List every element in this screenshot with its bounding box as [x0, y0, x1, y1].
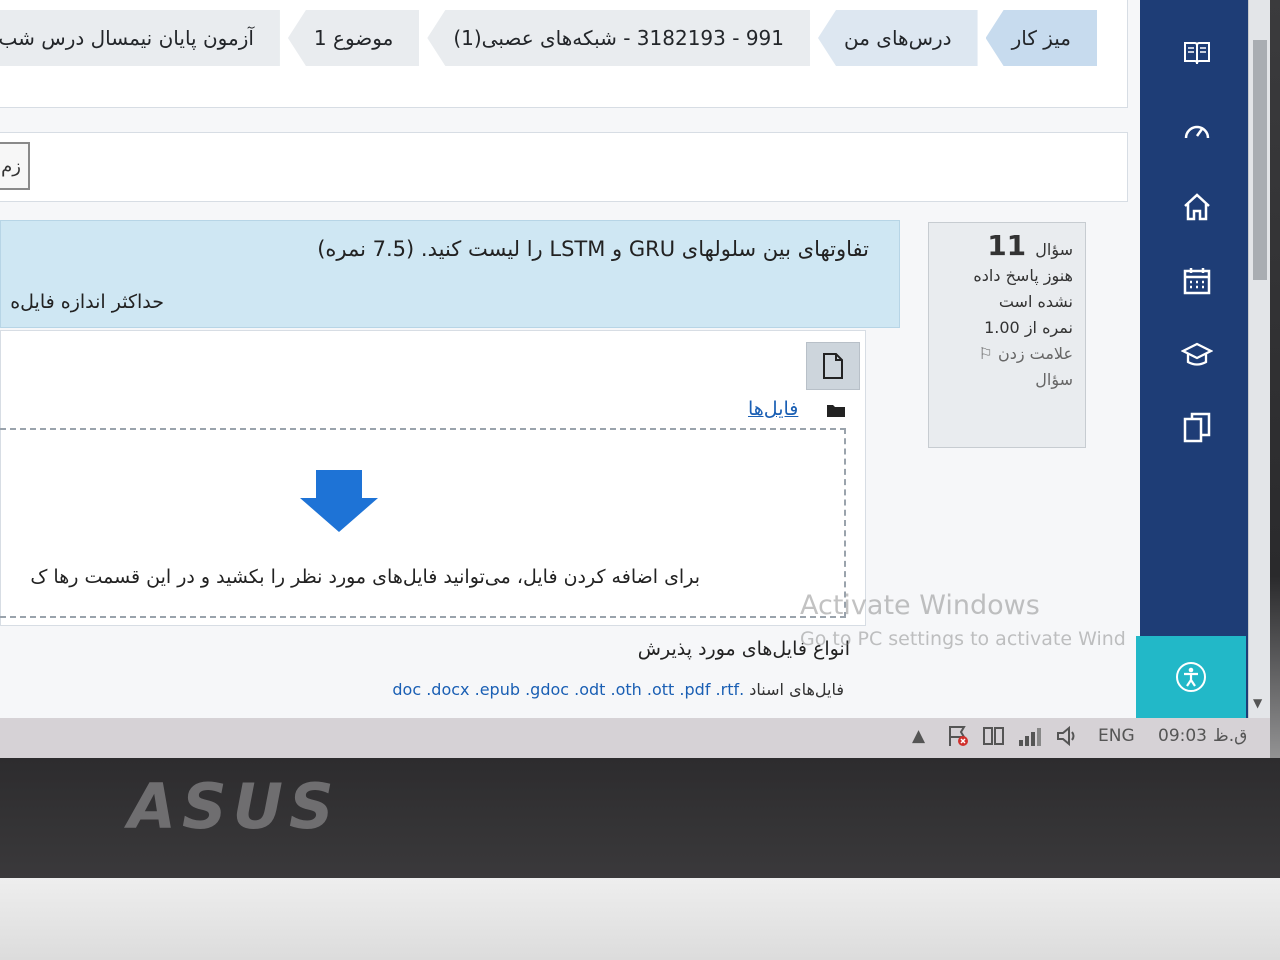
clock-time: 09:03 [1158, 726, 1207, 746]
volume-icon[interactable] [1056, 722, 1080, 750]
home-icon[interactable] [1180, 190, 1214, 224]
action-center-flag-icon[interactable] [946, 722, 970, 750]
question-info-box: سؤال 11 هنوز پاسخ داده نشده است نمره از … [928, 222, 1086, 448]
drop-zone[interactable] [0, 428, 846, 618]
quiz-toolbar [0, 132, 1128, 202]
breadcrumb: میز کار درس‌های من 991 - 3182193 - شبکه‌… [0, 0, 1128, 108]
battery-icon[interactable] [982, 722, 1006, 750]
scroll-down-arrow-icon[interactable]: ▼ [1253, 696, 1262, 710]
accepted-types-label: فایل‌های اسناد [749, 680, 844, 699]
breadcrumb-my-courses[interactable]: درس‌های من [818, 10, 978, 66]
answer-status: هنوز پاسخ داده نشده است [973, 266, 1073, 311]
drop-instructions: برای اضافه کردن فایل، می‌توانید فایل‌های… [30, 566, 700, 588]
question-text-panel: تفاوتهای بین سلولهای GRU و LSTM را لیست … [0, 220, 900, 328]
side-navigation [1140, 0, 1248, 718]
flag-label: علامت زدن سؤال [997, 344, 1073, 389]
folder-icon [827, 405, 845, 417]
clock[interactable]: 09:03 ق.ظ [1158, 722, 1247, 750]
calendar-icon[interactable] [1180, 264, 1214, 298]
vertical-scrollbar[interactable]: ▼ [1248, 0, 1270, 718]
activation-watermark-title: Activate Windows [800, 590, 1040, 621]
tray-overflow-icon[interactable]: ▲ [912, 722, 925, 750]
book-icon[interactable] [1180, 36, 1214, 70]
scrollbar-thumb[interactable] [1253, 40, 1267, 280]
network-signal-icon[interactable] [1018, 722, 1044, 750]
max-file-size-label: حداکثر اندازه فایل‌ه [10, 291, 164, 313]
add-file-button[interactable] [806, 342, 860, 390]
files-link[interactable]: فایل‌ها [748, 398, 798, 420]
screen: میز کار درس‌های من 991 - 3182193 - شبکه‌… [0, 0, 1270, 718]
flag-question-link[interactable]: ⚐ علامت زدن سؤال [941, 341, 1074, 393]
accepted-types-list: فایل‌های اسناد .doc .docx .epub .gdoc .o… [392, 680, 844, 699]
download-arrow-icon [300, 470, 378, 532]
breadcrumb-course[interactable]: 991 - 3182193 - شبکه‌های عصبی(1) [427, 10, 810, 66]
question-text: تفاوتهای بین سلولهای GRU و LSTM را لیست … [317, 237, 869, 261]
dashboard-icon[interactable] [1180, 116, 1214, 150]
graduation-cap-icon[interactable] [1180, 338, 1214, 372]
accessibility-icon [1176, 662, 1206, 692]
question-number-value: 11 [987, 229, 1027, 262]
file-icon [823, 353, 843, 379]
clock-period: ق.ظ [1213, 726, 1248, 746]
flag-icon: ⚐ [978, 344, 993, 363]
question-grade: نمره از 1.00 [984, 318, 1073, 337]
question-label: سؤال [1035, 240, 1073, 259]
language-indicator[interactable]: ENG [1098, 722, 1135, 750]
breadcrumb-topic[interactable]: موضوع 1 [287, 10, 420, 66]
accessibility-button[interactable] [1136, 636, 1246, 718]
laptop-brand-logo: ASUS [128, 770, 340, 843]
question-number: سؤال 11 [941, 232, 1073, 263]
timer-button[interactable]: زم [0, 142, 30, 190]
laptop-palmrest [0, 878, 1280, 960]
copy-icon[interactable] [1180, 410, 1214, 444]
breadcrumb-dashboard[interactable]: میز کار [985, 10, 1097, 66]
accepted-extensions: .doc .docx .epub .gdoc .odt .oth .ott .p… [392, 680, 745, 699]
breadcrumb-quiz[interactable]: آزمون پایان نیمسال درس شب [0, 10, 280, 66]
activation-watermark-subtitle: Go to PC settings to activate Wind [800, 628, 1126, 650]
